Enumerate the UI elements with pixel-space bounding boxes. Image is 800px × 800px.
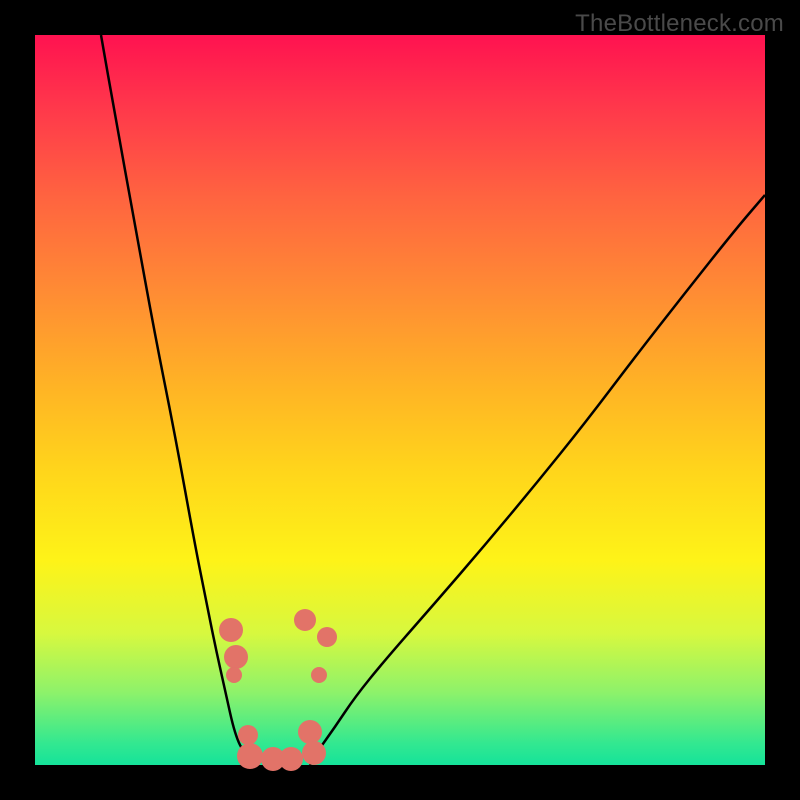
data-dot: [226, 667, 242, 683]
data-dot: [237, 743, 263, 769]
data-dot: [317, 627, 337, 647]
watermark-text: TheBottleneck.com: [575, 10, 784, 38]
data-dot: [224, 645, 248, 669]
data-dot: [302, 741, 326, 765]
data-dot: [294, 609, 316, 631]
data-dot: [279, 747, 303, 771]
data-dot: [219, 618, 243, 642]
data-dot: [238, 725, 258, 745]
data-dot: [311, 667, 327, 683]
data-dots-layer: [35, 35, 765, 765]
